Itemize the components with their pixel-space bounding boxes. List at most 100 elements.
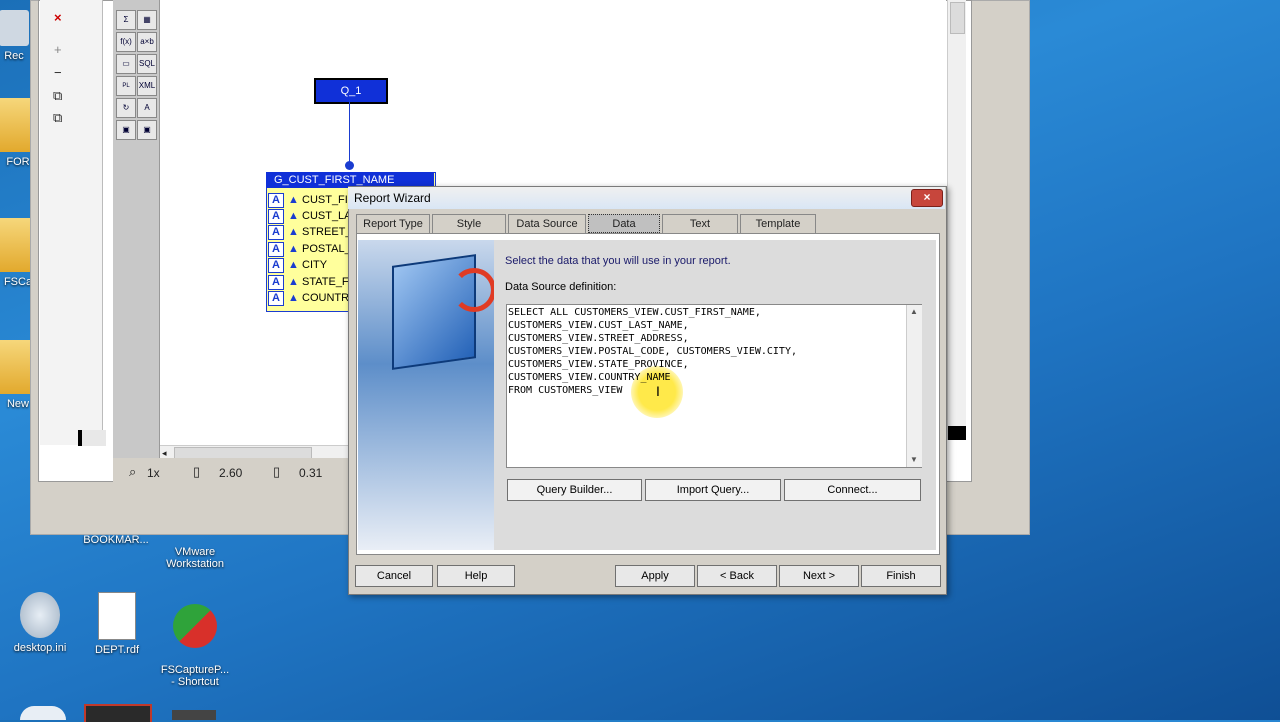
text-field-icon: A [268, 258, 284, 273]
data-source-label: Data Source definition: [505, 281, 617, 293]
text-field-icon: A [268, 193, 284, 208]
scroll-up-arrow-icon[interactable]: ▲ [910, 307, 918, 316]
field-label: CUST_FI [302, 194, 348, 206]
zoom-icon: ⌕ [129, 464, 137, 479]
sql-query-tool-icon[interactable]: SQL [137, 54, 157, 74]
sql-scrollbar[interactable]: ▲ ▼ [906, 305, 922, 467]
field-label: POSTAL_ [302, 243, 351, 255]
desktop-icon-fscapture[interactable]: FSCaptureP... - Shortcut [155, 592, 235, 688]
group-field[interactable]: A ▲ CUST_FI [268, 192, 348, 208]
status-bar: ⌕ 1x ▯ 2.60 ▯ 0.31 [113, 458, 353, 486]
query-group-link [349, 100, 350, 166]
finish-button[interactable]: Finish [861, 565, 941, 587]
arrow-up-icon: ▲ [288, 194, 299, 206]
tool-palette: Σ ▦ f(x) a×b ▭ SQL PL SQL XML ↻ A ▣ ▣ [113, 0, 160, 460]
text-cursor-icon: I [656, 383, 660, 399]
desktop-icon-desktop-ini[interactable]: desktop.ini [0, 592, 80, 654]
text-field-icon: A [268, 225, 284, 240]
page-icon: ▯ [273, 464, 281, 479]
close-icon[interactable]: × [54, 10, 62, 25]
text-tool-icon[interactable]: A [137, 98, 157, 118]
tab-data-source[interactable]: Data Source [508, 214, 586, 233]
group-field[interactable]: A ▲ POSTAL_ [268, 241, 351, 257]
desktop-icon-label: FSCa [3, 276, 33, 288]
desktop-icon-label: Rec [4, 50, 24, 62]
tab-text[interactable]: Text [662, 214, 738, 233]
data-link-tool-icon[interactable]: ▣ [116, 120, 136, 140]
xml-query-tool-icon[interactable]: XML [137, 76, 157, 96]
connect-button[interactable]: Connect... [784, 479, 921, 501]
dialog-title: Report Wizard [348, 187, 945, 209]
import-query-button[interactable]: Import Query... [645, 479, 781, 501]
taskbar-item[interactable] [84, 704, 152, 722]
desktop-icon-label: desktop.ini [13, 642, 67, 654]
desktop-icon-label: FOR [6, 156, 30, 168]
tab-data[interactable]: Data [588, 214, 660, 233]
back-button[interactable]: < Back [697, 565, 777, 587]
expand-all-icon[interactable]: ⧉ [53, 88, 62, 104]
next-button[interactable]: Next > [779, 565, 859, 587]
refresh-arrow-icon [452, 268, 496, 312]
query-object[interactable]: Q_1 [314, 78, 388, 104]
desktop-icon-label: DEPT.rdf [94, 644, 139, 656]
query-builder-button[interactable]: Query Builder... [507, 479, 642, 501]
tab-template[interactable]: Template [740, 214, 816, 233]
desktop-icon-label: BOOKMAR... [83, 534, 149, 546]
matrix-tool-icon[interactable]: ▦ [137, 10, 157, 30]
settings-file-icon [20, 592, 60, 638]
field-label: CITY [302, 259, 328, 271]
arrow-up-icon: ▲ [288, 226, 299, 238]
arrow-up-icon: ▲ [288, 292, 299, 304]
position-x: 2.60 [219, 466, 243, 480]
scroll-down-arrow-icon[interactable] [948, 426, 966, 440]
group-field[interactable]: A ▲ COUNTR [268, 290, 349, 306]
taskbar-item[interactable] [20, 706, 66, 720]
faststone-capture-icon [173, 604, 217, 648]
recycle-bin-icon [0, 10, 29, 46]
field-label: CUST_LA [302, 210, 352, 222]
link-handle [345, 161, 354, 170]
summary-column-tool-icon[interactable]: Σ [116, 10, 136, 30]
arrow-up-icon: ▲ [288, 243, 299, 255]
group-field[interactable]: A ▲ CITY [268, 257, 327, 273]
apply-button[interactable]: Apply [615, 565, 695, 587]
arrow-up-icon: ▲ [288, 210, 299, 222]
desktop-icon-dept-rdf[interactable]: DEPT.rdf [77, 592, 157, 656]
cross-product-tool-icon[interactable]: a×b [137, 32, 157, 52]
scrollbar-left-arrow[interactable] [78, 430, 106, 446]
ref-cursor-tool-icon[interactable]: ↻ [116, 98, 136, 118]
field-label: STREET_ [302, 226, 352, 238]
group-field[interactable]: A ▲ STREET_ [268, 224, 352, 240]
scroll-down-arrow-icon[interactable]: ▼ [910, 455, 918, 464]
desktop-icon-label: New [6, 398, 29, 410]
close-button[interactable]: × [911, 189, 943, 207]
report-file-icon [98, 592, 136, 640]
arrow-up-icon: ▲ [288, 276, 299, 288]
collapse-all-icon[interactable]: ⧉ [53, 110, 62, 126]
sql-query-text[interactable]: SELECT ALL CUSTOMERS_VIEW.CUST_FIRST_NAM… [508, 306, 904, 397]
desktop-icon-bookmarks[interactable]: BOOKMAR... [76, 534, 156, 546]
text-field-icon: A [268, 209, 284, 224]
taskbar-item[interactable] [172, 710, 216, 720]
collapse-icon[interactable]: − [54, 65, 62, 80]
group-field[interactable]: A ▲ STATE_F [268, 274, 349, 290]
group-field[interactable]: A ▲ CUST_LA [268, 208, 352, 224]
arrow-up-icon: ▲ [288, 259, 299, 271]
tab-report-type[interactable]: Report Type [356, 214, 430, 233]
cancel-button[interactable]: Cancel [355, 565, 433, 587]
desktop-icon-label: VMware Workstation [166, 546, 224, 570]
text-field-icon: A [268, 291, 284, 306]
jdbc-query-tool-icon[interactable]: ▣ [137, 120, 157, 140]
vertical-scrollbar[interactable] [947, 0, 966, 440]
page-icon: ▯ [193, 464, 201, 479]
expand-icon[interactable]: + [54, 42, 62, 57]
text-field-icon: A [268, 275, 284, 290]
help-button[interactable]: Help [437, 565, 515, 587]
object-navigator-panel: × + − ⧉ ⧉ [40, 0, 106, 446]
tab-style[interactable]: Style [432, 214, 506, 233]
scrollbar-thumb[interactable] [950, 2, 965, 34]
plsql-query-tool-icon[interactable]: PL SQL [116, 76, 136, 107]
formula-column-tool-icon[interactable]: f(x) [116, 32, 136, 52]
placeholder-column-tool-icon[interactable]: ▭ [116, 54, 136, 74]
desktop-icon-vmware[interactable]: VMware Workstation [155, 534, 235, 570]
